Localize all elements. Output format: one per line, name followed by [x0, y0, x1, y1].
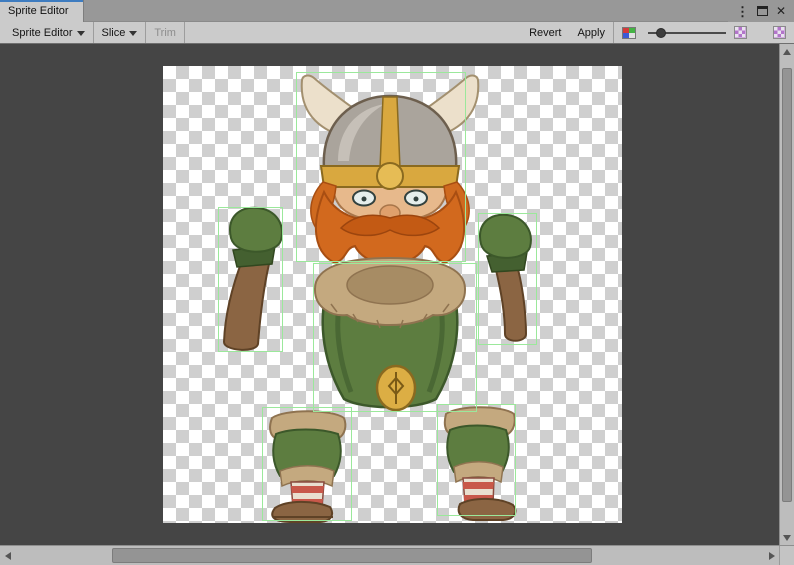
sprite-editor-window: Sprite Editor ⋮ ✕ Sprite Editor Slice Tr… — [0, 0, 794, 565]
apply-button[interactable]: Apply — [569, 22, 613, 43]
slice-rect-torso[interactable] — [313, 263, 477, 412]
revert-button[interactable]: Revert — [521, 22, 569, 43]
right-arrow-icon — [769, 552, 775, 560]
sprite-editor-canvas[interactable] — [0, 44, 779, 545]
vertical-scrollbar[interactable] — [779, 44, 794, 545]
horizontal-scrollbar-track[interactable] — [15, 546, 764, 565]
slice-rect-left-arm[interactable] — [218, 207, 283, 352]
chevron-down-icon — [77, 31, 85, 36]
texture-checkerboard — [163, 66, 622, 523]
toolbar-separator — [613, 22, 614, 43]
scrollbar-corner — [779, 546, 794, 565]
window-tab-bar: Sprite Editor ⋮ ✕ — [0, 0, 794, 22]
window-close-icon[interactable]: ✕ — [776, 5, 786, 17]
left-arrow-icon — [5, 552, 11, 560]
toolbar-separator — [184, 22, 185, 43]
sprite-editor-toolbar: Sprite Editor Slice Trim Revert Apply — [0, 22, 794, 44]
slice-rect-right-leg[interactable] — [437, 404, 516, 516]
slice-rect-right-arm[interactable] — [478, 213, 537, 345]
slice-dropdown-label: Slice — [102, 27, 126, 39]
mip-slider-knob[interactable] — [656, 28, 666, 38]
horizontal-scrollbar-thumb[interactable] — [112, 548, 591, 563]
scroll-right-button[interactable] — [764, 546, 779, 565]
tab-sprite-editor[interactable]: Sprite Editor — [0, 0, 84, 22]
vertical-scrollbar-thumb[interactable] — [782, 68, 792, 501]
slice-rects-layer — [163, 66, 622, 523]
scroll-up-button[interactable] — [780, 44, 794, 59]
window-menu-icon[interactable]: ⋮ — [736, 5, 749, 18]
scroll-left-button[interactable] — [0, 546, 15, 565]
sprite-editor-mode-label: Sprite Editor — [12, 27, 73, 39]
mip-level-slider[interactable] — [648, 26, 726, 40]
slice-rect-left-leg[interactable] — [262, 407, 352, 521]
sprite-editor-mode-dropdown[interactable]: Sprite Editor — [4, 22, 93, 43]
mipmap-icon — [734, 26, 747, 39]
up-arrow-icon — [783, 49, 791, 55]
window-maximize-icon[interactable] — [757, 6, 768, 16]
tab-bar-spacer — [84, 0, 728, 22]
vertical-scrollbar-track[interactable] — [780, 59, 794, 530]
trim-button[interactable]: Trim — [146, 22, 184, 43]
horizontal-scrollbar[interactable] — [0, 546, 779, 565]
scroll-down-button[interactable] — [780, 530, 794, 545]
slice-rect-head[interactable] — [296, 72, 466, 262]
tab-title: Sprite Editor — [8, 5, 69, 17]
chevron-down-icon — [129, 31, 137, 36]
slice-dropdown[interactable]: Slice — [94, 22, 146, 43]
color-channels-icon[interactable] — [622, 27, 636, 39]
down-arrow-icon — [783, 535, 791, 541]
filter-mode-icon[interactable] — [773, 26, 786, 39]
